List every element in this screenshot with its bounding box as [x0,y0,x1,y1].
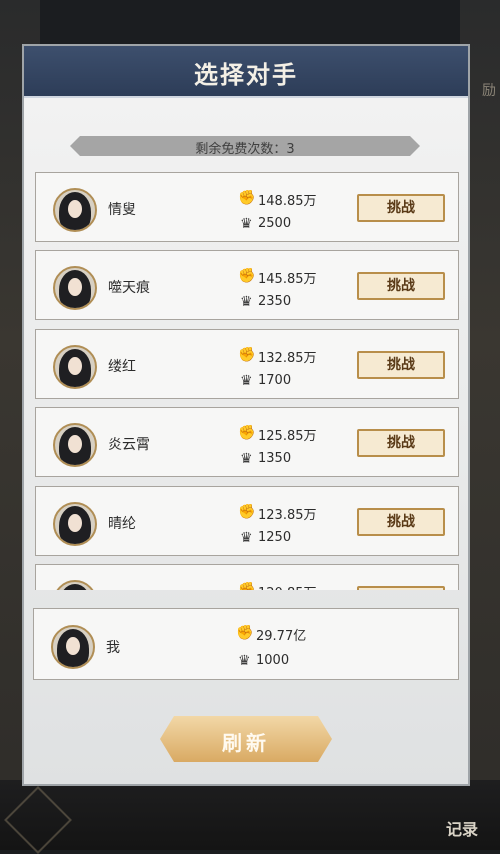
avatar [51,625,95,669]
opponent-score: 2500 [258,216,292,231]
trophy-icon: ♛ [240,451,253,467]
trophy-icon: ♛ [240,294,253,310]
trophy-icon: ♛ [240,530,253,546]
fist-icon: ✊ [238,582,256,590]
trophy-icon: ♛ [238,653,251,669]
trophy-icon: ♛ [240,373,253,389]
opponent-name: 噬天痕 [108,280,150,296]
opponent-power: 132.85万 [258,351,317,366]
opponent-name: 炎云霄 [108,437,150,453]
opponent-power: 148.85万 [258,194,317,209]
opponent-score: 1350 [258,451,292,466]
challenge-button[interactable]: 挑战 [357,508,445,536]
fist-icon: ✊ [238,268,256,284]
opponent-row: 缕红 ✊ 132.85万 ♛ 1700 挑战 [35,329,459,399]
avatar [53,188,97,232]
opponent-row: 炎云霄 ✊ 125.85万 ♛ 1350 挑战 [35,407,459,477]
refresh-label: 刷新 [222,731,270,755]
challenge-button[interactable]: 挑战 [357,194,445,222]
opponent-power: 120.85万 [258,582,317,590]
opponent-power: 125.85万 [258,429,317,444]
opponent-name: 晴纶 [108,516,136,532]
opponent-row: 晴纶 ✊ 123.85万 ♛ 1250 挑战 [35,486,459,556]
avatar [53,423,97,467]
challenge-button[interactable] [357,586,445,590]
opponent-power: 145.85万 [258,272,317,287]
record-button[interactable]: 记录 [446,816,478,840]
fist-icon: ✊ [238,190,256,206]
avatar [53,345,97,389]
opponent-row: 噬天痕 ✊ 145.85万 ♛ 2350 挑战 [35,250,459,320]
challenge-button[interactable]: 挑战 [357,429,445,457]
fist-icon: ✊ [238,425,256,441]
opponent-name: 情叟 [108,202,136,218]
challenge-button[interactable]: 挑战 [357,272,445,300]
my-row: 我 ✊ 29.77亿 ♛ 1000 [33,608,459,680]
refresh-button[interactable]: 刷新 [160,716,332,762]
dialog-title: 选择对手 [194,60,298,89]
opponent-row: 情叟 ✊ 148.85万 ♛ 2500 挑战 [35,172,459,242]
opponent-score: 2350 [258,294,292,309]
challenge-button[interactable]: 挑战 [357,351,445,379]
my-score: 1000 [256,653,290,668]
my-power: 29.77亿 [256,629,307,644]
opponent-score: 1250 [258,530,292,545]
my-name: 我 [106,640,120,656]
avatar [53,580,97,590]
opponent-score: 1700 [258,373,292,388]
background-right-text: 励 [482,83,496,99]
free-attempts-banner: 剩余免费次数：3 [70,136,420,156]
dialog-header: 选择对手 [24,46,468,98]
fist-icon: ✊ [238,347,256,363]
trophy-icon: ♛ [240,216,253,232]
fist-icon: ✊ [236,625,254,641]
free-attempts-text: 剩余免费次数：3 [195,142,295,157]
opponent-row-partial: ✊ 120.85万 [35,564,459,590]
opponent-name: 缕红 [108,359,136,375]
background-bottom-bar [0,780,500,850]
fist-icon: ✊ [238,504,256,520]
opponent-list[interactable]: 情叟 ✊ 148.85万 ♛ 2500 挑战 噬天痕 ✊ 145.85万 ♛ 2… [35,172,461,590]
avatar [53,502,97,546]
opponent-power: 123.85万 [258,508,317,523]
avatar [53,266,97,310]
